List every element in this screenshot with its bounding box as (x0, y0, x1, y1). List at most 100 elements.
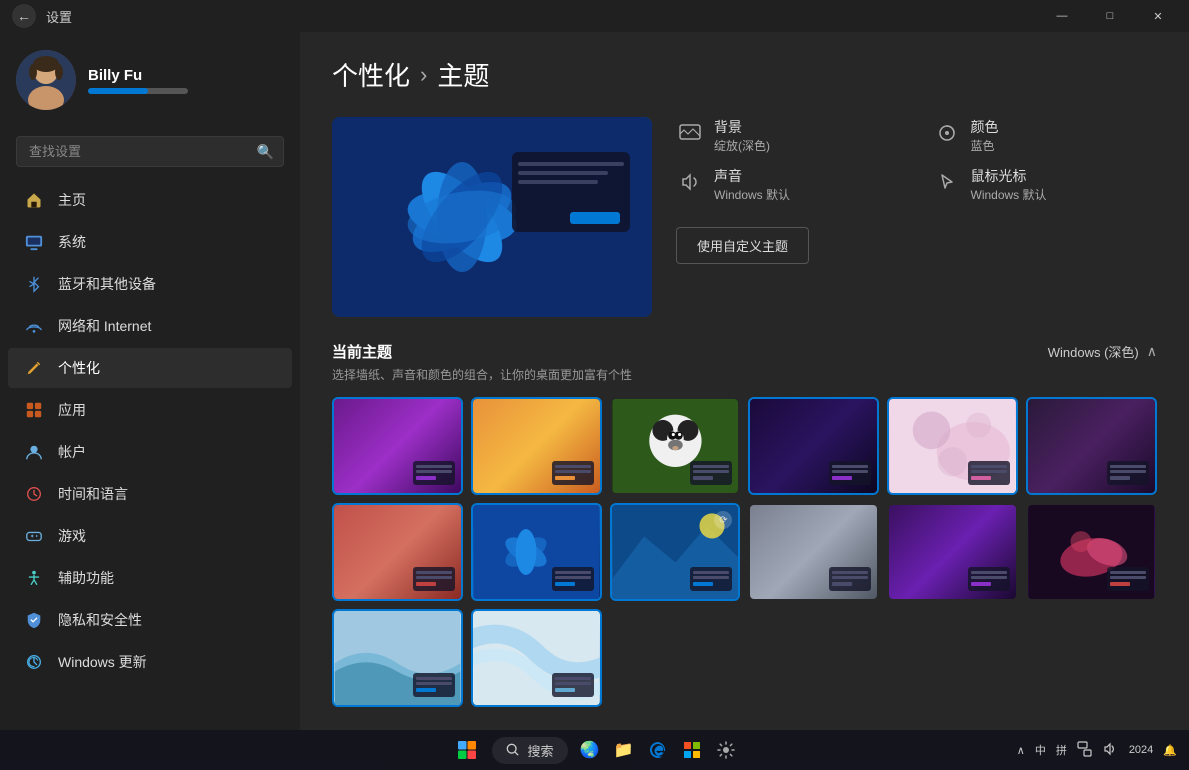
accounts-icon (24, 442, 44, 462)
theme-thumb-mini-8 (552, 567, 594, 591)
detail-sound: 声音 Windows 默认 (676, 166, 901, 203)
theme-thumb-mini-2 (552, 461, 594, 485)
theme-thumb-11[interactable] (887, 503, 1018, 601)
taskbar-volume-icon[interactable] (1103, 741, 1119, 760)
theme-thumb-bg-6 (1028, 399, 1155, 493)
section-header-left: 当前主题 (332, 341, 392, 362)
breadcrumb-separator: › (420, 62, 427, 88)
sidebar-item-label-bluetooth: 蓝牙和其他设备 (58, 274, 156, 294)
search-input[interactable] (16, 136, 284, 167)
section-header: 当前主题 Windows (深色) ∧ (332, 341, 1157, 362)
time-icon (24, 484, 44, 504)
taskbar-folder-icon[interactable]: 📁 (612, 738, 636, 762)
sidebar-item-gaming[interactable]: 游戏 (8, 516, 292, 556)
detail-text-cursor: 鼠标光标 Windows 默认 (971, 166, 1047, 203)
sidebar-item-home[interactable]: 主页 (8, 180, 292, 220)
user-profile[interactable]: Billy Fu (0, 32, 300, 128)
detail-label-background: 背景 (714, 117, 770, 137)
sidebar-item-label-apps: 应用 (58, 400, 86, 420)
title-bar: ← 设置 — □ ✕ (0, 0, 1189, 32)
theme-thumb-2[interactable] (471, 397, 602, 495)
taskbar-search[interactable]: 搜索 (491, 737, 567, 764)
theme-thumb-8[interactable] (471, 503, 602, 601)
detail-value-sound: Windows 默认 (714, 186, 790, 203)
accessibility-icon (24, 568, 44, 588)
taskbar-search-label: 搜索 (527, 741, 553, 760)
theme-thumb-bg-5 (889, 399, 1016, 493)
taskbar-ime2[interactable]: 拼 (1056, 742, 1067, 758)
sidebar-item-bluetooth[interactable]: 蓝牙和其他设备 (8, 264, 292, 304)
current-theme-label: Windows (深色) (1048, 342, 1139, 361)
sidebar-item-label-time: 时间和语言 (58, 484, 128, 504)
sidebar-item-label-gaming: 游戏 (58, 526, 86, 546)
custom-theme-button[interactable]: 使用自定义主题 (676, 227, 809, 264)
theme-thumb-bg-7 (334, 505, 461, 599)
chevron-up-icon[interactable]: ∧ (1147, 343, 1157, 360)
color-icon (933, 119, 961, 147)
sidebar-item-windows-update[interactable]: Windows 更新 (8, 642, 292, 682)
theme-thumb-3[interactable] (610, 397, 741, 495)
taskbar-edge-icon[interactable] (646, 738, 670, 762)
detail-text-background: 背景 绽放(深色) (714, 117, 770, 154)
theme-thumb-9[interactable]: ⟳ (610, 503, 741, 601)
taskbar-up-arrow[interactable]: ∧ (1017, 744, 1025, 757)
back-button[interactable]: ← (12, 4, 36, 28)
minimize-button[interactable]: — (1039, 0, 1085, 32)
theme-thumb-13[interactable] (332, 609, 463, 707)
notification-icon[interactable]: 🔔 (1163, 744, 1177, 757)
theme-thumb-14[interactable] (471, 609, 602, 707)
sidebar-item-apps[interactable]: 应用 (8, 390, 292, 430)
theme-thumb-mini-14 (552, 673, 594, 697)
app-body: Billy Fu 🔍 主页 系统 (0, 32, 1189, 730)
time-display[interactable]: 2024 (1129, 743, 1153, 757)
section-subtitle: 选择墙纸、声音和颜色的组合，让你的桌面更加富有个性 (332, 366, 1157, 383)
sidebar-item-privacy[interactable]: 隐私和安全性 (8, 600, 292, 640)
taskbar-display-icon[interactable] (1077, 741, 1093, 760)
theme-details: 背景 绽放(深色) 颜色 蓝色 (676, 117, 1157, 317)
background-icon (676, 119, 704, 147)
theme-thumb-bg-8 (473, 505, 600, 599)
theme-thumb-6[interactable] (1026, 397, 1157, 495)
network-icon (24, 316, 44, 336)
theme-thumb-7[interactable] (332, 503, 463, 601)
user-name: Billy Fu (88, 67, 188, 84)
sidebar-item-accounts[interactable]: 帐户 (8, 432, 292, 472)
sidebar-item-personalization[interactable]: 个性化 (8, 348, 292, 388)
theme-detail-grid: 背景 绽放(深色) 颜色 蓝色 (676, 117, 1157, 203)
theme-thumb-mini-4 (829, 461, 871, 485)
theme-thumb-mini-9 (690, 567, 732, 591)
sidebar-item-label-accounts: 帐户 (58, 442, 86, 462)
taskbar: 搜索 🌏 📁 ∧ 中 拼 (0, 730, 1189, 770)
theme-thumb-mini-1 (413, 461, 455, 485)
theme-thumb-bg-2 (473, 399, 600, 493)
sidebar-item-label-personalization: 个性化 (58, 358, 100, 378)
theme-thumb-4[interactable] (748, 397, 879, 495)
user-progress-bar (88, 88, 188, 94)
sidebar-item-network[interactable]: 网络和 Internet (8, 306, 292, 346)
detail-label-color: 颜色 (971, 117, 999, 137)
maximize-button[interactable]: □ (1087, 0, 1133, 32)
back-icon: ← (17, 8, 31, 24)
taskbar-settings-icon[interactable] (714, 738, 738, 762)
current-theme-section: 当前主题 Windows (深色) ∧ 选择墙纸、声音和颜色的组合，让你的桌面更… (332, 341, 1157, 707)
app-title: 设置 (46, 7, 72, 26)
taskbar-globe-icon[interactable]: 🌏 (578, 738, 602, 762)
theme-thumb-bg-12 (1028, 505, 1155, 599)
detail-background: 背景 绽放(深色) (676, 117, 901, 154)
theme-thumb-12[interactable] (1026, 503, 1157, 601)
taskbar-ime1[interactable]: 中 (1035, 742, 1046, 758)
theme-thumb-5[interactable] (887, 397, 1018, 495)
sidebar-item-time[interactable]: 时间和语言 (8, 474, 292, 514)
start-button[interactable] (451, 735, 481, 765)
sidebar-item-label-accessibility: 辅助功能 (58, 568, 114, 588)
close-button[interactable]: ✕ (1135, 0, 1181, 32)
theme-thumb-bg-3 (612, 399, 739, 493)
theme-thumb-10[interactable] (748, 503, 879, 601)
privacy-icon (24, 610, 44, 630)
taskbar-store-icon[interactable] (680, 738, 704, 762)
breadcrumb-part2: 主题 (437, 56, 489, 93)
sidebar-item-system[interactable]: 系统 (8, 222, 292, 262)
theme-thumb-1[interactable] (332, 397, 463, 495)
sidebar-item-accessibility[interactable]: 辅助功能 (8, 558, 292, 598)
theme-thumb-bg-11 (889, 505, 1016, 599)
